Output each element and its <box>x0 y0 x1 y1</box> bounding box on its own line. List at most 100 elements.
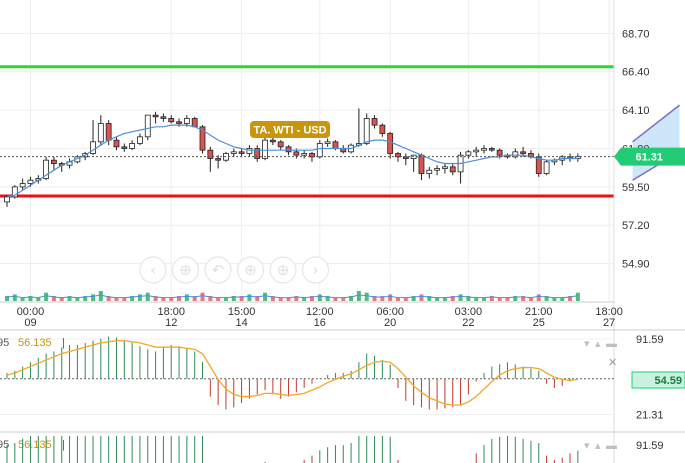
volume-bar-12 <box>98 291 103 301</box>
candle-body-27 <box>215 158 222 161</box>
date-tick-0: 09 <box>24 317 36 329</box>
pane-menu-icon[interactable]: ▬ <box>606 338 617 350</box>
volume-bar-31 <box>247 294 252 301</box>
candle-body-17 <box>137 136 143 144</box>
candle-body-38 <box>301 153 308 156</box>
oscillator-label: 56.135 <box>18 337 52 349</box>
current-price-value: 61.31 <box>635 152 663 164</box>
candle-body-54 <box>426 169 433 174</box>
candle-body-36 <box>285 146 292 153</box>
forward-icon-glyph: ⊕ <box>244 261 257 279</box>
osc-tick-1: 21.31 <box>636 409 664 421</box>
current-price-tag: 61.31 <box>614 147 685 166</box>
candle-body-65 <box>512 151 519 158</box>
volume-bar-23 <box>184 294 189 301</box>
volume-bar-17 <box>137 294 142 301</box>
next-icon-glyph: ⊕ <box>277 261 290 279</box>
price-tick-0: 68.70 <box>622 28 650 40</box>
pane-down-icon[interactable]: ▾ <box>584 338 590 350</box>
candle-body-13 <box>105 123 112 141</box>
pane2-menu-icon[interactable]: ▬ <box>606 440 617 452</box>
volume-bar-11 <box>91 294 96 301</box>
candle-body-40 <box>316 143 323 158</box>
candle-body-47 <box>371 118 378 126</box>
oscillator2-prefix: 95 <box>0 439 9 451</box>
candle-body-62 <box>488 148 495 151</box>
back-icon-glyph: ↶ <box>212 261 225 279</box>
candle-body-30 <box>238 151 245 154</box>
price-chart[interactable]: TA. WTI - USD ‹⊕↶⊕⊕› 68.7066.4064.1061.8… <box>0 0 685 463</box>
candle-body-56 <box>442 166 448 169</box>
candle-body-0 <box>4 196 10 203</box>
volume-bar-49 <box>388 294 393 301</box>
candle-body-33 <box>262 139 268 159</box>
chart-background <box>0 0 685 463</box>
date-tick-2: 14 <box>235 317 247 329</box>
date-tick-1: 12 <box>165 317 177 329</box>
oscillator-prefix: 95 <box>0 337 9 349</box>
candle-body-48 <box>379 124 386 134</box>
candle-body-16 <box>129 143 136 149</box>
volume-bar-18 <box>145 292 150 301</box>
zoom-in-icon-glyph: ⊕ <box>179 261 192 279</box>
candle-body-60 <box>473 149 480 153</box>
volume-bar-33 <box>263 292 268 301</box>
pane-close-icon[interactable]: ✕ <box>608 357 617 369</box>
volume-bar-1 <box>12 294 17 301</box>
pane-up-icon[interactable]: ▴ <box>595 338 601 350</box>
price-tick-6: 54.90 <box>622 259 650 271</box>
candle-body-55 <box>434 168 441 171</box>
candle-body-42 <box>332 141 339 149</box>
candle-body-18 <box>144 114 151 138</box>
pane2-up-icon[interactable]: ▴ <box>595 440 601 452</box>
volume-bar-45 <box>356 291 361 301</box>
candle-body-34 <box>269 139 276 143</box>
candle-body-37 <box>293 151 300 156</box>
candle-body-59 <box>465 151 472 156</box>
date-tick-3: 16 <box>314 317 326 329</box>
date-tick-4: 20 <box>384 317 396 329</box>
candle-body-26 <box>207 149 214 159</box>
candle-body-35 <box>277 141 284 148</box>
chart-title: TA. WTI - USD <box>253 125 326 137</box>
candle-body-20 <box>160 116 167 119</box>
chart-title-tag[interactable]: TA. WTI - USD <box>250 121 330 138</box>
volume-bar-40 <box>317 294 322 301</box>
candle-body-15 <box>121 146 128 149</box>
date-tick-7: 27 <box>603 317 615 329</box>
candle-body-63 <box>496 149 503 156</box>
candle-body-2 <box>19 183 26 188</box>
oscillator-current-value: 54.59 <box>654 375 682 387</box>
oscillator2-separator: | <box>62 439 65 451</box>
candle-body-53 <box>418 154 425 174</box>
oscillator-separator: | <box>62 337 65 349</box>
volume-bar-46 <box>364 292 369 301</box>
candle-body-23 <box>183 118 190 124</box>
volume-bar-58 <box>458 294 463 301</box>
volume-bar-73 <box>575 292 580 301</box>
candle-body-14 <box>113 139 120 148</box>
date-tick-6: 25 <box>533 317 545 329</box>
price-tick-4: 59.50 <box>622 182 650 194</box>
pane2-down-icon[interactable]: ▾ <box>584 440 590 452</box>
candle-body-19 <box>152 114 159 118</box>
candle-body-12 <box>97 123 104 143</box>
price-tick-5: 57.20 <box>622 220 650 232</box>
price-tick-1: 66.40 <box>622 67 650 79</box>
next-icon-glyph: › <box>313 261 319 279</box>
oscillator2-pane-controls[interactable]: ▾ ▴ ▬ <box>584 440 617 452</box>
candle-body-21 <box>168 118 175 123</box>
volume-bar-53 <box>419 294 424 301</box>
candle-body-66 <box>520 151 527 154</box>
oscillator-current-tag: 54.59 <box>631 371 685 389</box>
candle-body-24 <box>191 118 198 128</box>
candle-body-41 <box>324 141 331 144</box>
oscillator2-tick: 91.59 <box>636 440 664 452</box>
zoom-out-icon-glyph: ‹ <box>150 261 156 279</box>
volume-bar-5 <box>44 292 49 301</box>
candle-body-29 <box>230 151 237 154</box>
candle-body-49 <box>387 133 394 154</box>
volume-bar-25 <box>200 292 205 301</box>
candle-body-22 <box>176 121 182 124</box>
candle-body-3 <box>27 179 34 184</box>
